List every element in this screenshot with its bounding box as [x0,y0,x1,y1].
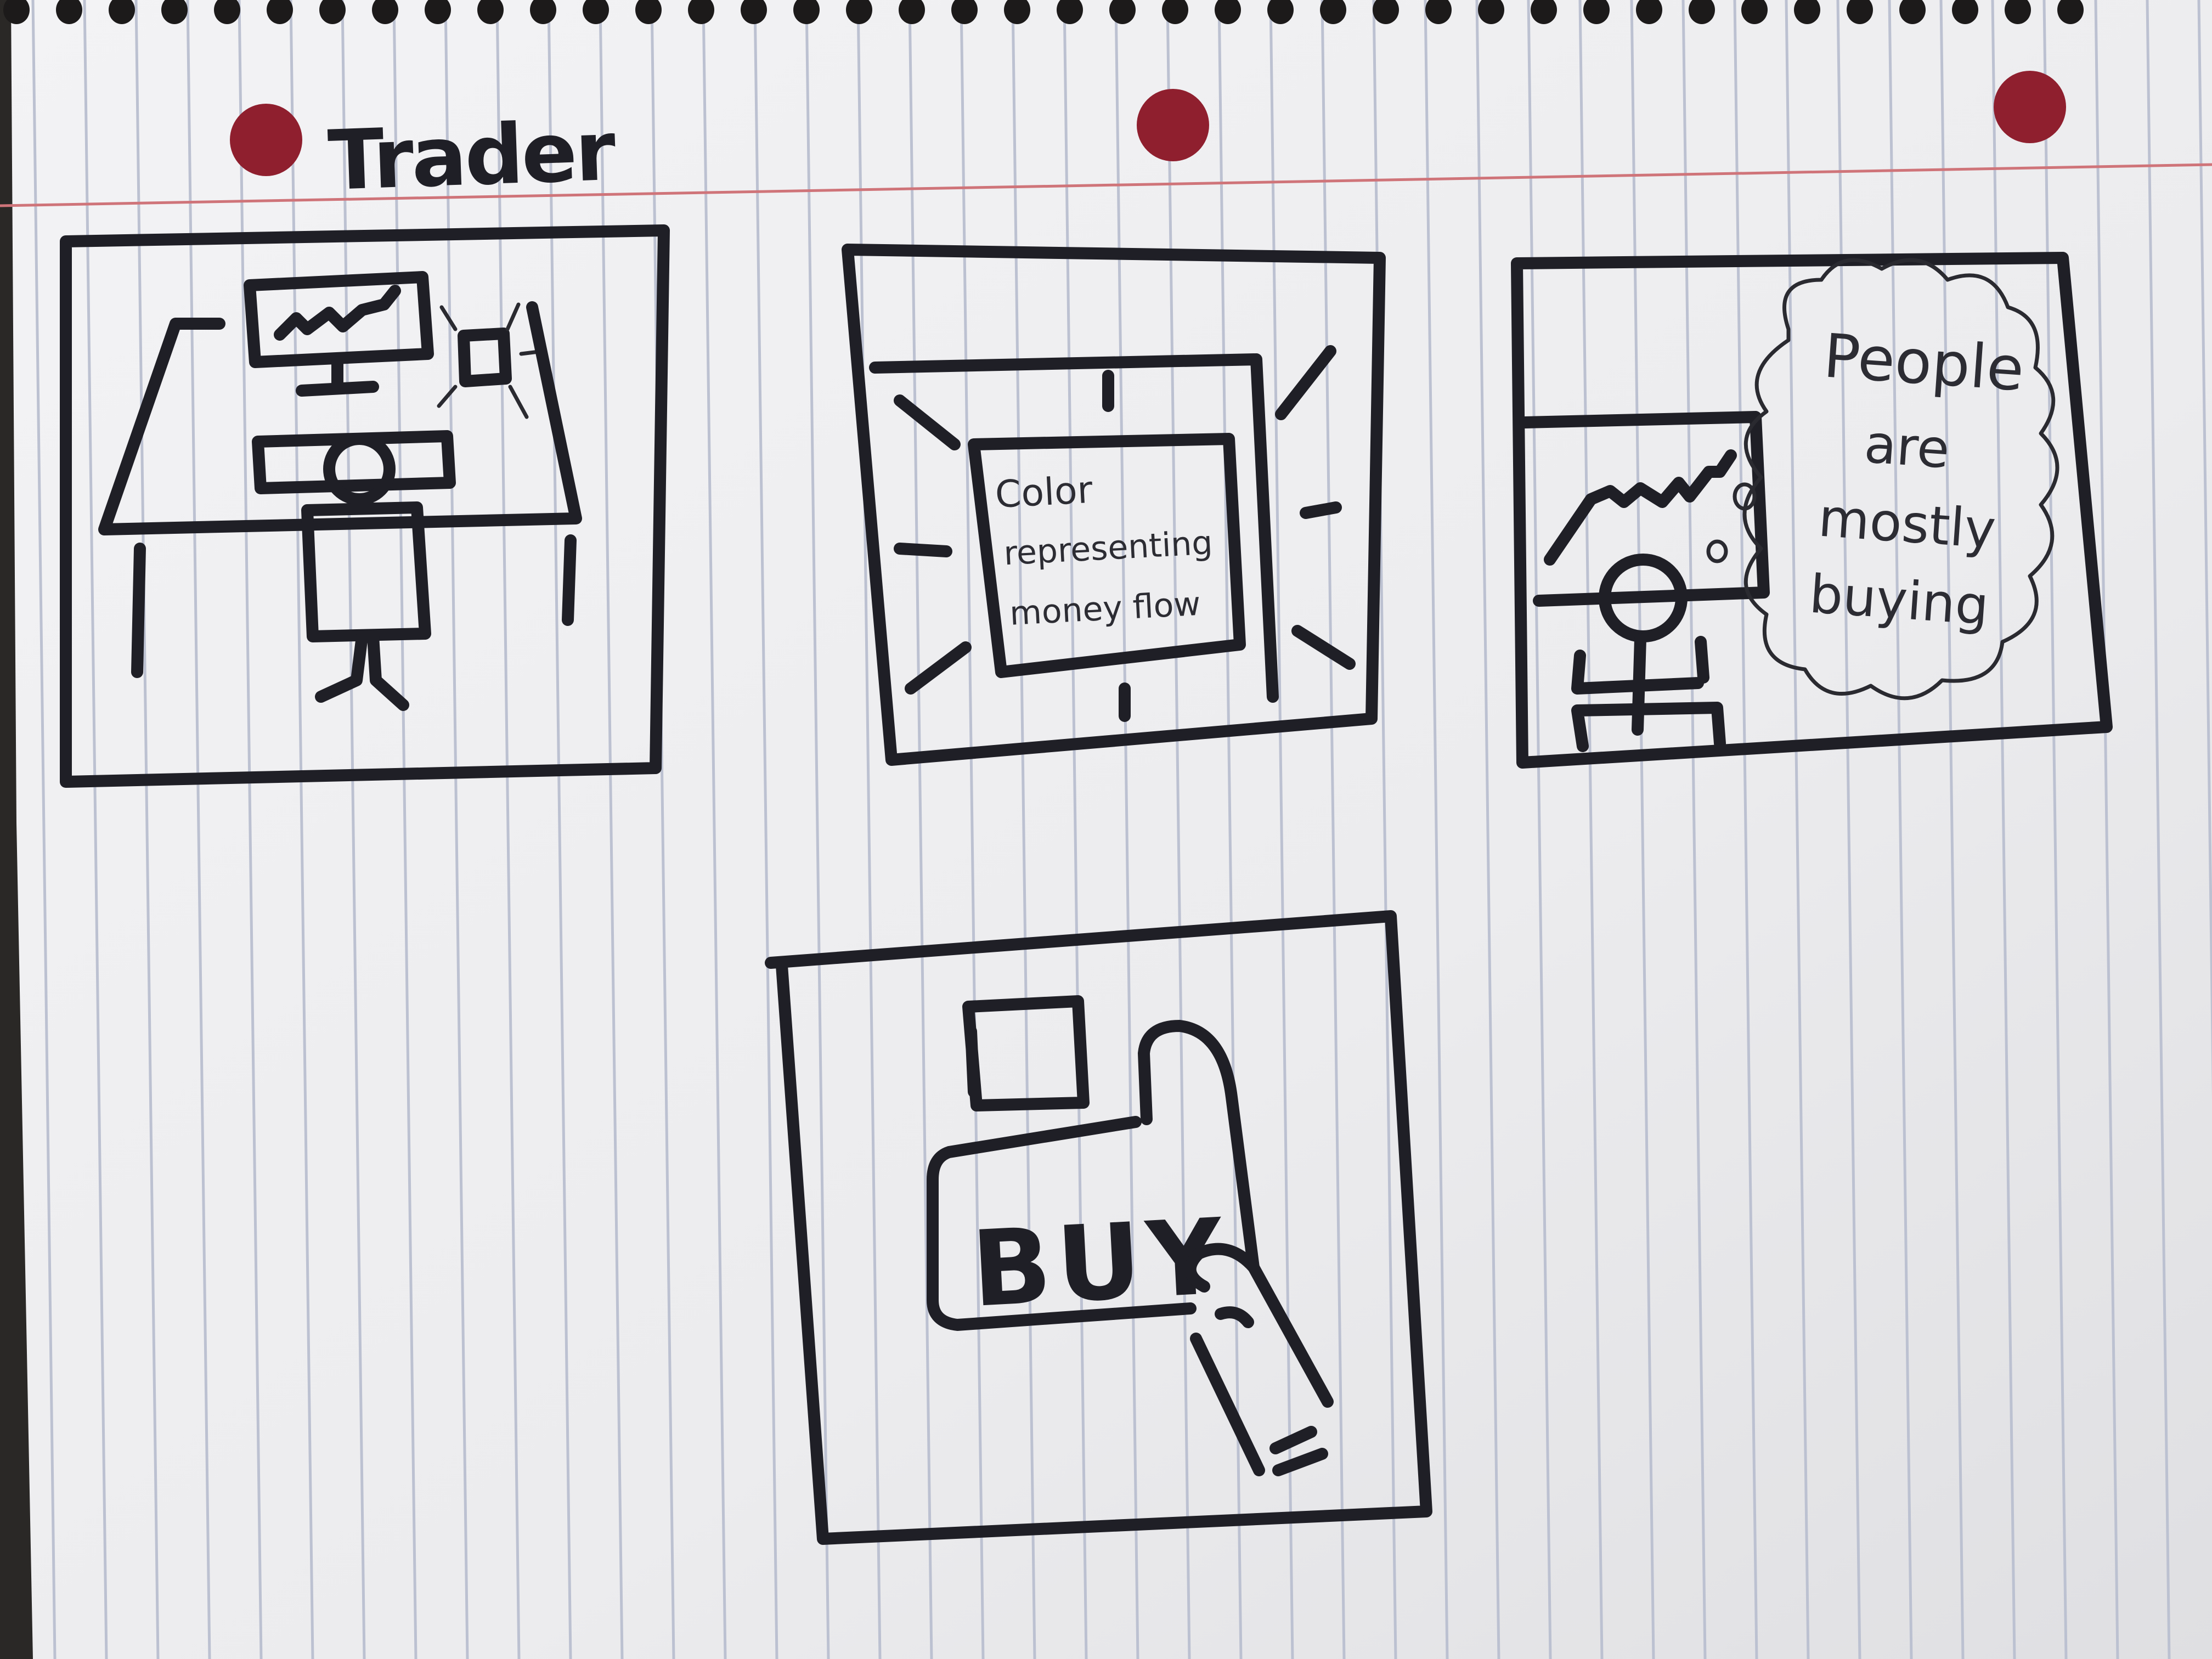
page-title: Trader [326,104,617,209]
punch-hole [230,104,302,176]
notebook-sketch: Trader Color representing money flow Peo… [0,0,2212,1659]
punch-hole [1994,71,2066,143]
sketch-canvas: Trader Color representing money flow Peo… [0,0,2212,1659]
punch-hole [1137,89,1209,161]
